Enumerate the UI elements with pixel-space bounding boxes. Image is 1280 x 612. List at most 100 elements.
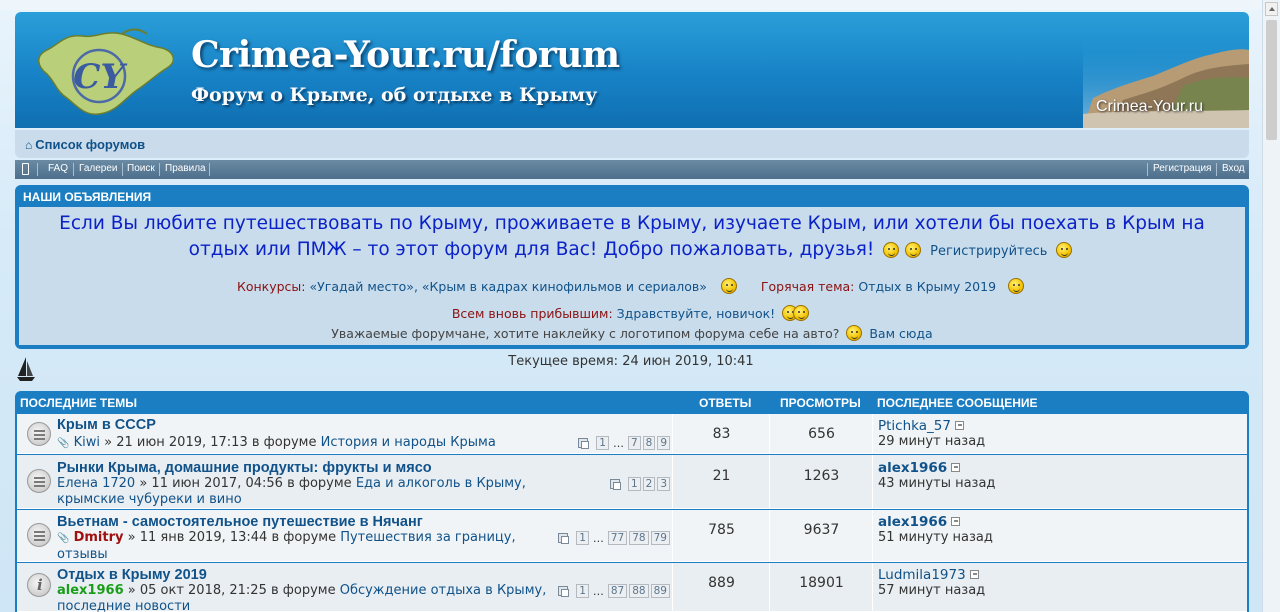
crimea-logo[interactable]: CY	[27, 26, 179, 122]
page-link[interactable]: 78	[629, 531, 649, 545]
last-post-author[interactable]: Ptichka_57	[878, 418, 964, 434]
page-link[interactable]: 1	[596, 436, 609, 450]
last-post-time: 57 минут назад	[878, 583, 986, 598]
hot-topic-label: Горячая тема:	[760, 279, 855, 294]
topic-title[interactable]: Отдых в Крыму 2019	[57, 567, 207, 583]
forum-index-link[interactable]: ⌂ Список форумов	[25, 137, 145, 152]
menu-galleries[interactable]: Галереи	[79, 163, 118, 174]
welcome-text: Если Вы любите путешествовать по Крыму, …	[39, 211, 1225, 265]
smiley-icon	[905, 242, 922, 258]
page-link[interactable]: 79	[650, 531, 670, 545]
page-link[interactable]: 89	[650, 584, 670, 598]
goto-post-icon[interactable]	[951, 463, 961, 472]
pagination-ellipsis: …	[612, 436, 624, 450]
topic-meta-text: » 21 июн 2019, 17:13 в форуме	[99, 435, 321, 450]
topic-title[interactable]: Вьетнам - самостоятельное путешествие в …	[57, 514, 423, 530]
goto-post-icon[interactable]	[969, 570, 979, 579]
main-menu-bar: FAQ Галереи Поиск Правила Регистрация Вх…	[15, 160, 1249, 179]
home-icon: ⌂	[25, 138, 33, 152]
login-link[interactable]: Вход	[1222, 163, 1245, 174]
last-post-author[interactable]: Ludmila1973	[878, 567, 979, 583]
topic-pagination: 1 … 7 8 9	[578, 436, 670, 450]
page-link[interactable]: 7	[627, 436, 641, 450]
logo-text: CY	[73, 57, 127, 97]
page-link[interactable]: 87	[607, 584, 628, 598]
goto-post-icon[interactable]	[954, 421, 964, 430]
page-link[interactable]: 1	[576, 531, 589, 545]
announcements-body: Если Вы любите путешествовать по Крыму, …	[19, 207, 1245, 345]
scroll-up-button[interactable]	[1265, 2, 1278, 16]
pagination-ellipsis: …	[592, 584, 604, 598]
topic-title[interactable]: Крым в СССР	[57, 417, 156, 433]
hot-topic-link[interactable]: Отдых в Крыму 2019	[858, 279, 996, 294]
attachment-icon: 📎	[57, 438, 70, 449]
page-link[interactable]: 3	[657, 477, 670, 491]
topic-title[interactable]: Рынки Крыма, домашние продукты: фрукты и…	[57, 460, 432, 476]
page-link[interactable]: 77	[607, 531, 628, 545]
page-link[interactable]: 2	[642, 477, 656, 491]
goto-post-icon[interactable]	[951, 517, 961, 526]
menu-separator	[37, 163, 38, 176]
page-link[interactable]: 88	[629, 584, 649, 598]
menu-separator	[73, 163, 74, 176]
replies-cell: 21	[674, 455, 770, 508]
menu-separator	[1147, 163, 1148, 176]
last-post-author[interactable]: alex1966	[878, 514, 961, 530]
announcements-panel: НАШИ ОБЪЯВЛЕНИЯ Если Вы любите путешеств…	[15, 185, 1249, 349]
newcomers-line: Всем вновь прибывшим: Здравствуйте, нови…	[19, 305, 1245, 321]
menu-search[interactable]: Поиск	[127, 163, 155, 174]
pages-icon	[578, 438, 590, 449]
last-post-cell: Ludmila1973 57 минут назад	[874, 563, 1247, 611]
register-link[interactable]: Регистрация	[1153, 163, 1211, 174]
newcomers-link[interactable]: Здравствуйте, новичок!	[617, 306, 775, 321]
replies-count: 83	[712, 426, 731, 442]
topic-cell: Отдых в Крыму 2019 alex1966 » 05 окт 201…	[17, 563, 673, 612]
topic-pagination: 1 … 87 88 89	[558, 584, 670, 598]
page-link[interactable]: 9	[657, 436, 670, 450]
smiley-icon	[1056, 242, 1073, 258]
site-title[interactable]: Crimea-Your.ru/forum	[191, 34, 620, 76]
hug-smiley-icon	[793, 305, 810, 321]
views-cell: 1263	[771, 455, 873, 508]
sticker-link[interactable]: Вам сюда	[869, 326, 932, 341]
topic-meta-text: » 11 янв 2019, 13:44 в форуме	[123, 530, 341, 545]
topic-read-icon	[27, 422, 51, 446]
topic-author[interactable]: Kiwi	[74, 435, 100, 450]
browser-top-strip	[0, 0, 1280, 10]
menu-separator	[1216, 163, 1217, 176]
mobile-icon[interactable]	[22, 163, 29, 175]
topic-author[interactable]: Елена 1720	[57, 476, 135, 491]
page-link[interactable]: 1	[627, 477, 641, 491]
topic-forum[interactable]: История и народы Крыма	[321, 435, 496, 450]
topic-cell: Рынки Крыма, домашние продукты: фрукты и…	[17, 455, 673, 508]
replies-cell: 785	[674, 510, 770, 561]
last-post-cell: Ptichka_57 29 минут назад	[874, 414, 1247, 453]
page-link[interactable]: 1	[576, 584, 589, 598]
site-subtitle: Форум о Крыме, об отдыхе в Крыму	[191, 84, 598, 106]
table-row: Вьетнам - самостоятельное путешествие в …	[17, 510, 1247, 562]
camera-smiley-icon	[720, 278, 737, 294]
menu-faq[interactable]: FAQ	[48, 163, 68, 174]
corner-site-label: Crimea-Your.ru	[1095, 98, 1203, 115]
views-count: 1263	[803, 468, 840, 484]
page-link[interactable]: 8	[642, 436, 656, 450]
contests-link[interactable]: «Угадай место», «Крым в кадрах кинофильм…	[309, 279, 706, 294]
topic-meta: Елена 1720 » 11 июн 2017, 04:56 в форуме…	[57, 476, 577, 508]
topic-pagination: 1 … 77 78 79	[558, 531, 670, 545]
last-post-author[interactable]: alex1966	[878, 460, 961, 476]
table-row: Рынки Крыма, домашние продукты: фрукты и…	[17, 455, 1247, 509]
current-time: Текущее время: 24 июн 2019, 10:41	[508, 354, 754, 369]
menu-separator	[209, 163, 210, 176]
attachment-icon: 📎	[57, 533, 70, 544]
scrollbar-thumb[interactable]	[1266, 20, 1277, 140]
views-count: 9637	[803, 522, 840, 538]
topic-cell: Вьетнам - самостоятельное путешествие в …	[17, 510, 673, 563]
register-announce-link[interactable]: Регистрируйтесь	[930, 244, 1047, 259]
topic-meta: 📎 Dmitry » 11 янв 2019, 13:44 в форуме П…	[57, 530, 537, 563]
topic-author[interactable]: alex1966	[57, 583, 124, 598]
menu-rules[interactable]: Правила	[165, 163, 206, 174]
topic-pagination: 1 2 3	[609, 477, 670, 491]
vertical-scrollbar[interactable]	[1262, 0, 1280, 612]
topic-author[interactable]: Dmitry	[74, 530, 124, 545]
replies-cell: 83	[674, 414, 770, 453]
